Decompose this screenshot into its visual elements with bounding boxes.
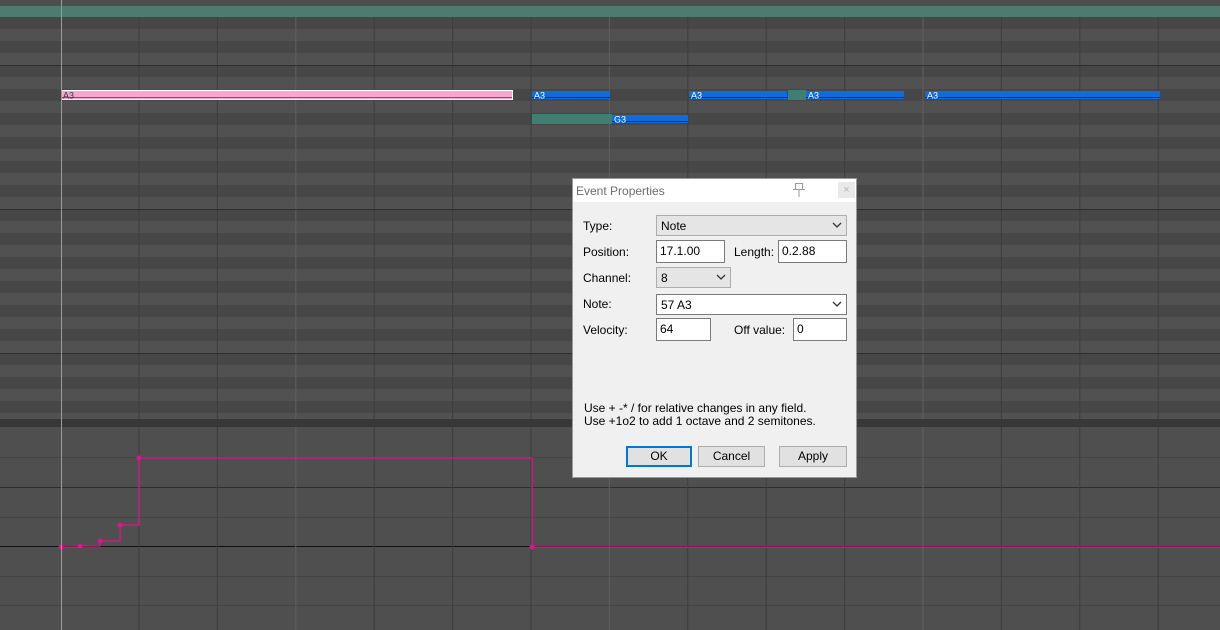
ghost-note <box>788 90 806 100</box>
pitch-lane[interactable] <box>0 65 1220 77</box>
note-label: A3 <box>927 91 938 101</box>
off-value-label: Off value: <box>734 323 786 337</box>
pitch-lane[interactable] <box>0 29 1220 41</box>
note-label: A3 <box>534 91 545 101</box>
note-dropdown[interactable]: 57 A3 <box>656 294 847 315</box>
chevron-down-icon <box>832 301 842 307</box>
length-value: 0.2.88 <box>782 244 816 258</box>
cancel-button[interactable]: Cancel <box>698 446 765 467</box>
ok-button[interactable]: OK <box>626 446 692 467</box>
note-label: A3 <box>691 91 702 101</box>
type-dropdown[interactable]: Note <box>656 215 847 236</box>
chevron-down-icon <box>832 222 842 228</box>
note-label: A3 <box>808 91 819 101</box>
note-event[interactable]: A3 <box>925 91 1160 101</box>
note-event[interactable]: A3 <box>806 91 904 101</box>
channel-label: Channel: <box>583 271 632 285</box>
length-label: Length: <box>734 245 775 259</box>
hint-text: Use +1o2 to add 1 octave and 2 semitones… <box>584 414 816 428</box>
top-ruler-bar[interactable] <box>0 6 1220 17</box>
channel-dropdown[interactable]: 8 <box>656 267 731 288</box>
position-value: 17.1.00 <box>660 244 701 258</box>
pitch-lane[interactable] <box>0 125 1220 137</box>
velocity-point[interactable] <box>136 455 142 461</box>
note-event[interactable]: A3 <box>61 90 513 101</box>
note-event[interactable]: A3 <box>689 91 787 101</box>
pitch-lane[interactable] <box>0 53 1220 65</box>
off-value-value: 0 <box>797 322 804 336</box>
note-label: Note: <box>583 297 612 311</box>
note-label: A3 <box>63 91 74 101</box>
type-value: Note <box>661 219 687 233</box>
note-label: G3 <box>614 115 626 125</box>
event-properties-dialog: Event Properties × Type: Note Position: … <box>572 178 857 478</box>
velocity-point[interactable] <box>97 538 103 544</box>
off-value-input[interactable]: 0 <box>793 318 847 341</box>
velocity-value: 64 <box>660 322 674 336</box>
ghost-note <box>532 114 612 124</box>
pitch-lane[interactable] <box>0 101 1220 113</box>
pin-icon[interactable] <box>791 181 807 199</box>
pitch-lane[interactable] <box>0 137 1220 149</box>
pitch-lane[interactable] <box>0 17 1220 29</box>
apply-button[interactable]: Apply <box>779 446 847 467</box>
channel-value: 8 <box>661 271 668 285</box>
position-input[interactable]: 17.1.00 <box>656 240 725 263</box>
velocity-input[interactable]: 64 <box>656 318 711 341</box>
velocity-point[interactable] <box>77 543 83 549</box>
velocity-point[interactable] <box>117 522 123 528</box>
note-event[interactable]: G3 <box>612 115 688 125</box>
note-event[interactable]: A3 <box>532 91 610 101</box>
chevron-down-icon <box>716 274 726 280</box>
length-input[interactable]: 0.2.88 <box>778 240 847 263</box>
hint-text: Use + -* / for relative changes in any f… <box>584 401 807 415</box>
velocity-point[interactable] <box>529 544 535 550</box>
dialog-title: Event Properties <box>576 184 665 198</box>
note-value: 57 A3 <box>661 298 692 312</box>
pitch-lane[interactable] <box>0 149 1220 161</box>
pitch-lane[interactable] <box>0 161 1220 173</box>
dialog-title-bar[interactable]: Event Properties × <box>573 179 856 202</box>
type-label: Type: <box>583 219 613 233</box>
close-icon[interactable]: × <box>838 182 855 198</box>
pitch-lane[interactable] <box>0 77 1220 89</box>
velocity-label: Velocity: <box>583 323 628 337</box>
pitch-lane[interactable] <box>0 41 1220 53</box>
position-label: Position: <box>583 245 630 259</box>
